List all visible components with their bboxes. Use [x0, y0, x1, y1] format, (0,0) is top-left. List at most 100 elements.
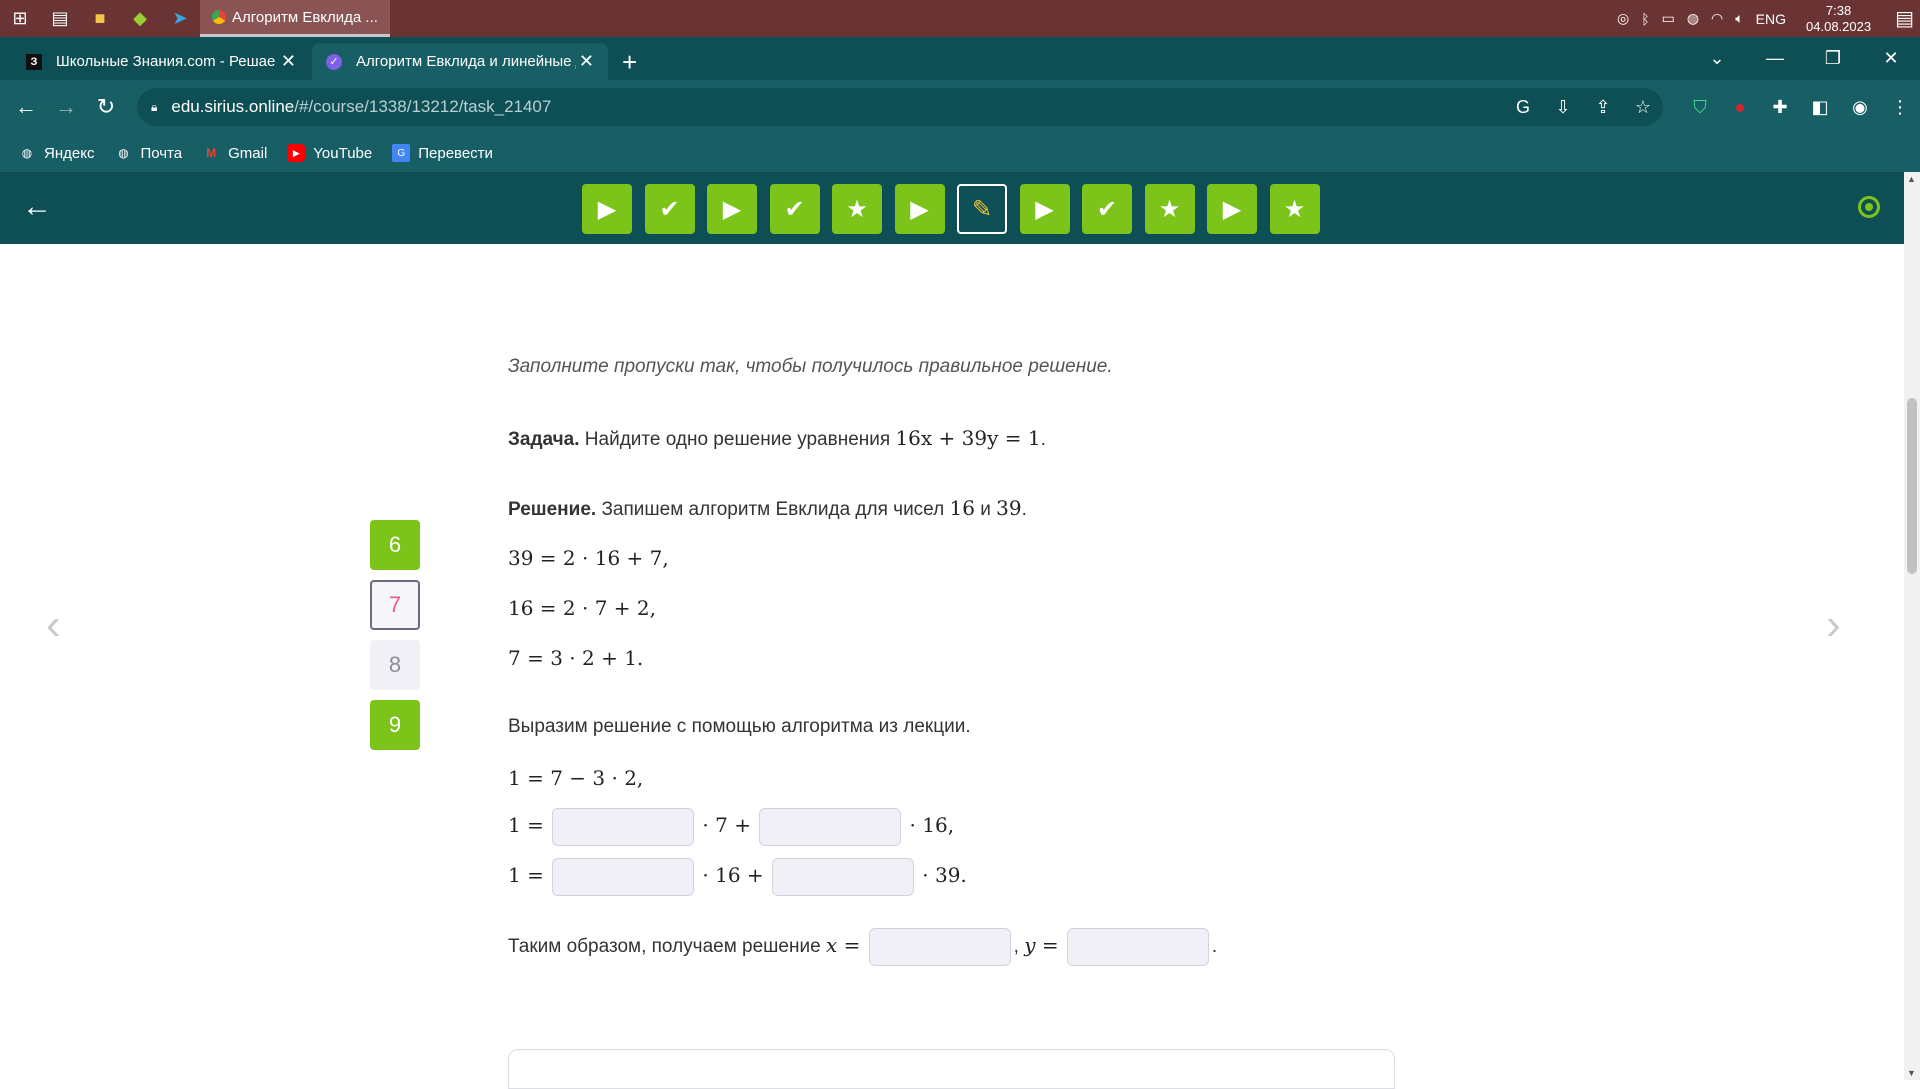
euclid-step: 7 = 3 · 2 + 1.: [508, 646, 644, 670]
bookmark-yandex[interactable]: ◍ Яндекс: [18, 144, 95, 162]
subtask-button[interactable]: 9: [370, 700, 420, 750]
page-scrollbar[interactable]: ▲ ▼: [1904, 172, 1920, 1080]
telegram-icon[interactable]: ➤: [160, 0, 200, 37]
back-arrow-icon[interactable]: ←: [22, 190, 52, 224]
browser-tab-active[interactable]: ✓ Алгоритм Евклида и линейные д ✕: [312, 43, 608, 80]
adblock-extension-icon[interactable]: ●: [1720, 97, 1760, 118]
profile-avatar[interactable]: ◉: [1840, 97, 1880, 118]
language-indicator[interactable]: ENG: [1756, 11, 1786, 27]
euclid-step: 39 = 2 · 16 + 7,: [508, 546, 669, 570]
bookmark-gmail[interactable]: M Gmail: [202, 144, 267, 162]
subtask-button[interactable]: 8: [370, 640, 420, 690]
clock[interactable]: 7:38 04.08.2023: [1806, 3, 1871, 35]
prev-task-arrow-icon[interactable]: ‹: [46, 600, 61, 650]
close-tab-icon[interactable]: ✕: [579, 51, 594, 72]
file-explorer-icon[interactable]: ■: [80, 0, 120, 37]
reload-icon[interactable]: ↻: [86, 94, 126, 120]
system-tray: ◎ ᛒ ▭ ◍ ◠ 🔈︎ ENG 7:38 04.08.2023 ▤: [1611, 0, 1920, 37]
notifications-icon[interactable]: ▤: [1895, 6, 1914, 31]
tab-search-icon[interactable]: ⌄: [1688, 37, 1746, 80]
task-button-star-icon[interactable]: ★: [1269, 184, 1320, 234]
scroll-down-icon[interactable]: ▼: [1907, 1068, 1916, 1078]
y-answer-input[interactable]: [1066, 928, 1209, 966]
minimize-icon[interactable]: —: [1746, 37, 1804, 80]
row-start: 1 =: [508, 863, 544, 888]
share-icon[interactable]: ⇪: [1583, 97, 1623, 118]
shield-extension-icon[interactable]: ⛉: [1680, 97, 1720, 118]
answer-input[interactable]: [759, 808, 902, 846]
task-button-pencil-icon[interactable]: ✎: [957, 184, 1007, 234]
url-path: /#/course/1338/13212/task_21407: [294, 97, 552, 116]
task-button-check-icon[interactable]: ✔: [644, 184, 695, 234]
lock-icon[interactable]: 🔒︎: [151, 100, 157, 115]
task-button-play-icon[interactable]: ▶: [1019, 184, 1070, 234]
znania-favicon: З: [26, 53, 42, 70]
close-window-icon[interactable]: ✕: [1862, 37, 1920, 80]
bluetooth-icon[interactable]: ᛒ: [1641, 11, 1649, 27]
forward-icon[interactable]: →: [46, 94, 86, 120]
taskbar-chrome-window[interactable]: Алгоритм Евклида ...: [200, 0, 390, 37]
task-button-play-icon[interactable]: ▶: [707, 184, 757, 234]
task-navigation: ▶ ✔ ▶ ✔ ★ ▶ ✎ ▶ ✔ ★ ▶ ★: [582, 184, 1332, 234]
answer-input[interactable]: [771, 858, 914, 896]
task-button-play-icon[interactable]: ▶: [894, 184, 945, 234]
browser-tab-strip: З Школьные Знания.com - Решае ✕ ✓ Алгори…: [0, 37, 1920, 80]
back-icon[interactable]: ←: [6, 94, 46, 120]
answer-input[interactable]: [552, 858, 695, 896]
install-icon[interactable]: ⇩: [1543, 97, 1583, 118]
restore-icon[interactable]: ❐: [1804, 37, 1862, 80]
x-answer-input[interactable]: [868, 928, 1011, 966]
progress-ring-icon[interactable]: [1858, 196, 1880, 218]
globe-icon[interactable]: ◍: [1687, 10, 1699, 27]
new-tab-icon[interactable]: +: [622, 47, 637, 78]
close-tab-icon[interactable]: ✕: [281, 51, 296, 72]
windows-start-icon[interactable]: ⊞: [0, 0, 40, 37]
fill-row-2: 1 = · 16 + · 39.: [508, 858, 967, 896]
subtask-button[interactable]: 6: [370, 520, 420, 570]
subtask-navigation: 6 7 8 9: [370, 520, 420, 760]
tab-title: Школьные Знания.com - Решае: [56, 53, 276, 70]
task-button-star-icon[interactable]: ★: [832, 184, 882, 234]
bookmark-translate[interactable]: G Перевести: [392, 144, 493, 162]
bookmark-label: Gmail: [228, 144, 268, 162]
express-text: Выразим решение с помощью алгоритма из л…: [508, 716, 971, 737]
gmail-icon: M: [206, 146, 217, 160]
bookmark-label: Почта: [140, 144, 183, 162]
x-label: x =: [825, 933, 861, 958]
tab-title: Алгоритм Евклида и линейные д: [356, 53, 576, 70]
taskbar-window-title: Алгоритм Евклида ...: [232, 8, 378, 26]
browser-tab[interactable]: З Школьные Знания.com - Решае ✕: [12, 43, 310, 80]
next-task-arrow-icon[interactable]: ›: [1826, 600, 1841, 650]
bookmark-star-icon[interactable]: ☆: [1623, 97, 1663, 118]
app-icon[interactable]: ◆: [120, 0, 160, 37]
bookmark-mail[interactable]: ◍ Почта: [114, 144, 182, 162]
scroll-up-icon[interactable]: ▲: [1907, 174, 1916, 184]
task-button-play-icon[interactable]: ▶: [582, 184, 632, 234]
task-button-play-icon[interactable]: ▶: [1207, 184, 1257, 234]
task-text: Найдите одно решение уравнения: [584, 429, 891, 450]
subtask-button-current[interactable]: 7: [370, 580, 420, 630]
task-button-star-icon[interactable]: ★: [1144, 184, 1195, 234]
bookmark-youtube[interactable]: ▶ YouTube: [287, 144, 372, 162]
camera-icon[interactable]: ◎: [1617, 10, 1629, 27]
answer-panel: [508, 1049, 1395, 1089]
address-bar[interactable]: 🔒︎ edu.sirius.online/#/course/1338/13212…: [137, 88, 1663, 126]
wifi-icon[interactable]: ◠: [1711, 10, 1723, 27]
task-button-check-icon[interactable]: ✔: [1082, 184, 1132, 234]
scrollbar-thumb[interactable]: [1907, 398, 1917, 574]
task-button-check-icon[interactable]: ✔: [769, 184, 820, 234]
number-b: 39: [996, 496, 1022, 520]
side-panel-icon[interactable]: ◧: [1800, 97, 1840, 118]
google-icon[interactable]: G: [1503, 97, 1543, 118]
battery-icon[interactable]: ▭: [1662, 10, 1675, 27]
browser-menu-icon[interactable]: ⋮: [1880, 97, 1920, 118]
answer-input[interactable]: [552, 808, 695, 846]
extensions-puzzle-icon[interactable]: ✚: [1760, 97, 1800, 118]
task-label: Задача.: [508, 429, 580, 450]
task-view-icon[interactable]: ▤: [40, 0, 80, 37]
conclusion-text: Таким образом, получаем решение: [508, 936, 821, 958]
volume-icon[interactable]: 🔈︎: [1735, 10, 1743, 27]
youtube-icon: ▶: [287, 144, 306, 162]
solution-label: Решение.: [508, 499, 597, 520]
chrome-icon: [212, 10, 226, 24]
